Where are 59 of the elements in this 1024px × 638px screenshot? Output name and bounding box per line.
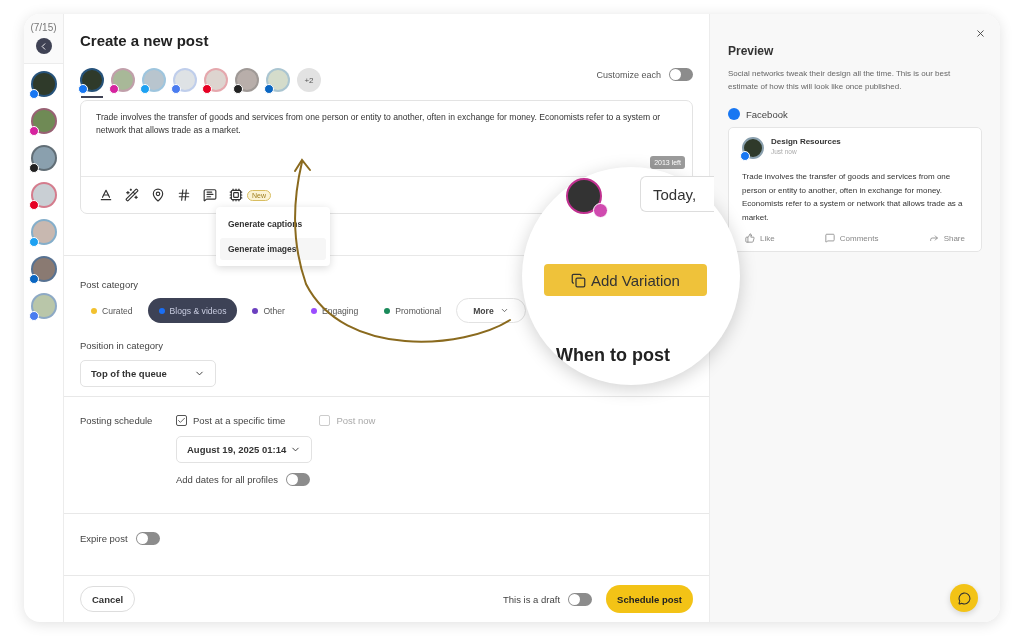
toggle-label: This is a draft	[503, 593, 561, 605]
add-variation-button[interactable]: Add Variation	[544, 264, 707, 296]
post-text: Trade involves the transfer of goods and services from one person or entity to another, often in exchange for money. Economists refer to a system or network that allows trade as a market.	[96, 111, 662, 137]
category-chip[interactable]: Promotional	[373, 298, 453, 323]
page-title: Create a new post	[80, 32, 210, 49]
network-icon	[728, 108, 740, 120]
section-label: Position in category	[80, 340, 163, 351]
more-profiles-button[interactable]: +2	[297, 68, 321, 92]
toggle-switch[interactable]	[285, 473, 310, 486]
thumbs-up-icon	[745, 233, 755, 243]
author-name: Design Resources	[771, 137, 841, 146]
cancel-button[interactable]: Cancel	[80, 586, 136, 612]
option-label: Post now	[336, 415, 376, 426]
avatar[interactable]	[30, 145, 57, 171]
menu-item[interactable]: Generate images	[220, 238, 326, 260]
preview-description: Social networks tweak their design all the time. This is our best estimate of how this will look like once published.	[728, 68, 952, 93]
preview-title: Preview	[728, 44, 775, 58]
toggle-switch[interactable]	[568, 592, 593, 606]
avatar	[742, 137, 764, 159]
post-action[interactable]: Like	[742, 233, 778, 243]
toggle-switch[interactable]	[135, 532, 160, 545]
preview-text: Trade involves the transfer of goods and services from one person or entity to another, often in exchange for money. Economists refer to a system or network that allows trade as a market.	[742, 171, 964, 224]
post-action[interactable]: Comments	[821, 233, 882, 243]
category-chip[interactable]: Other	[241, 298, 296, 323]
chip-icon[interactable]	[229, 188, 243, 202]
section-heading: When to post	[556, 345, 670, 366]
more-button[interactable]: More	[456, 298, 526, 323]
profile-counter: (7/15)	[30, 22, 57, 33]
close-icon[interactable]	[975, 28, 986, 39]
copy-icon	[571, 272, 586, 288]
schedule-button[interactable]: Schedule post	[606, 585, 693, 613]
text-format-icon[interactable]	[99, 188, 113, 202]
toggle-label: Add dates for all profiles	[176, 474, 278, 485]
network-badge-icon	[740, 151, 750, 161]
section-label: Posting schedule	[80, 415, 154, 426]
avatar[interactable]	[80, 68, 104, 92]
category-chip[interactable]: Blogs & videos	[147, 298, 238, 323]
back-button[interactable]	[35, 38, 52, 54]
toggle-switch[interactable]	[669, 68, 693, 81]
post-action[interactable]: Share	[925, 233, 968, 243]
option-label: Post at a specific time	[193, 415, 286, 426]
chat-icon	[957, 591, 971, 605]
date-field[interactable]: Today,	[640, 176, 714, 212]
toggle-label: Expire post	[80, 533, 128, 544]
network-name: Facebook	[746, 108, 788, 120]
chevron-down-icon	[499, 306, 509, 315]
category-chip[interactable]: Curated	[80, 298, 144, 323]
text-bubble-icon[interactable]	[203, 188, 217, 202]
section-label: Post category	[80, 279, 139, 290]
comment-icon	[824, 233, 835, 243]
checkbox[interactable]	[176, 415, 187, 426]
hashtag-icon[interactable]	[177, 188, 191, 202]
avatar[interactable]	[30, 71, 57, 97]
share-icon	[928, 233, 939, 243]
position-select[interactable]: Top of the queue	[80, 360, 216, 387]
customize-label: Customize each	[596, 69, 661, 80]
location-icon[interactable]	[151, 188, 165, 202]
magic-wand-icon[interactable]	[125, 188, 139, 202]
date-select[interactable]: August 19, 2025 01:14	[176, 436, 312, 463]
